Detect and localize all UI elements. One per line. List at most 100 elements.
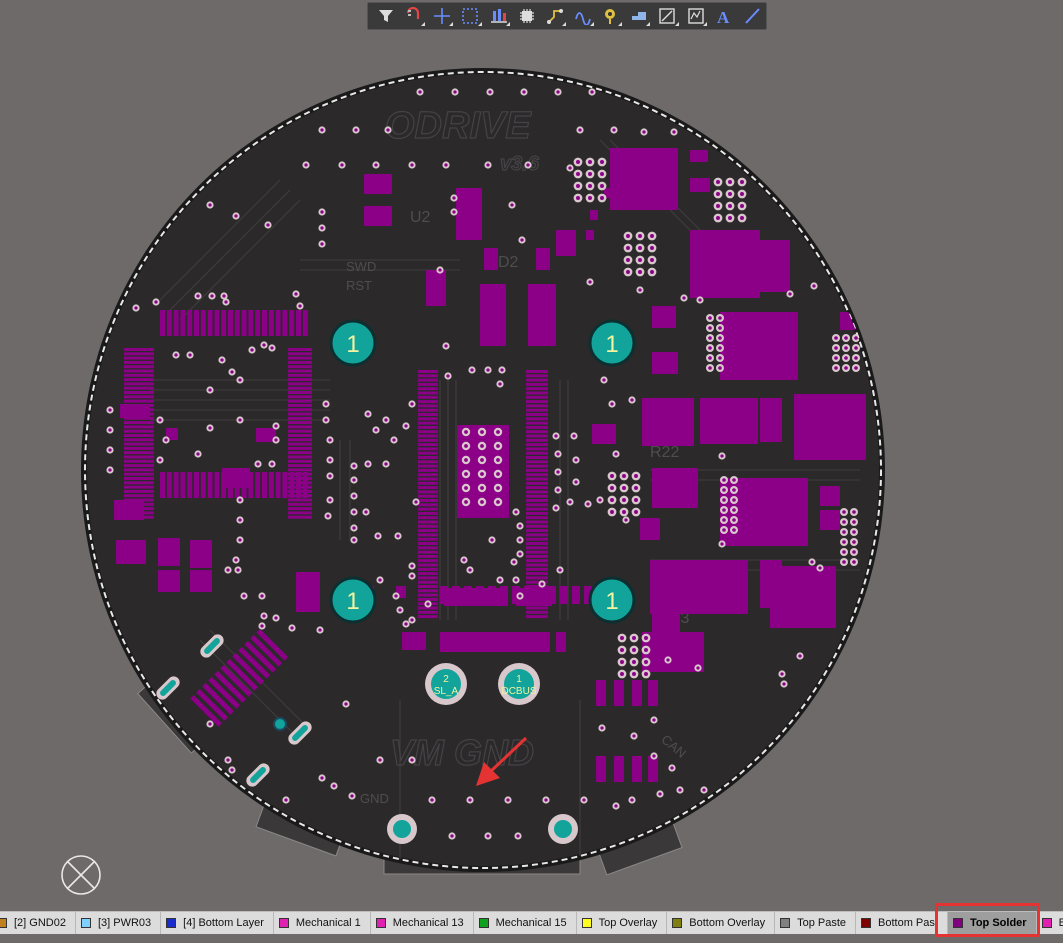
via-hole bbox=[650, 270, 654, 274]
layer-tab-bottom-past[interactable]: Bottom Past bbox=[856, 912, 948, 934]
via-hole bbox=[304, 163, 308, 167]
via-hole bbox=[328, 458, 332, 462]
layer-tab-bottom-overlay[interactable]: Bottom Overlay bbox=[667, 912, 776, 934]
pad bbox=[526, 400, 548, 404]
pad bbox=[255, 310, 261, 336]
pad bbox=[418, 537, 438, 541]
via-hole bbox=[834, 366, 838, 370]
via-hole bbox=[196, 452, 200, 456]
pad bbox=[288, 352, 312, 356]
pad bbox=[418, 438, 438, 442]
via-hole bbox=[500, 368, 504, 372]
pad bbox=[288, 451, 312, 455]
via-hole bbox=[410, 163, 414, 167]
via-hole bbox=[328, 498, 332, 502]
via-hole bbox=[522, 90, 526, 94]
pad bbox=[526, 447, 548, 451]
layer-tab-mechanical-15[interactable]: Mechanical 15 bbox=[474, 912, 577, 934]
pad bbox=[760, 398, 782, 442]
pad bbox=[158, 538, 180, 566]
via-hole bbox=[260, 594, 264, 598]
pad bbox=[526, 460, 548, 464]
via-hole bbox=[444, 344, 448, 348]
layer-tab-top-overlay[interactable]: Top Overlay bbox=[577, 912, 668, 934]
via-hole bbox=[234, 214, 238, 218]
pad bbox=[526, 499, 548, 502]
pad bbox=[426, 270, 446, 306]
layer-tab-mechanical-13[interactable]: Mechanical 13 bbox=[371, 912, 474, 934]
via-hole bbox=[158, 418, 162, 422]
layer-tab-mechanical-1[interactable]: Mechanical 1 bbox=[274, 912, 371, 934]
via-hole bbox=[644, 648, 648, 652]
via-hole bbox=[384, 462, 388, 466]
layer-color-swatch bbox=[0, 918, 7, 928]
pad bbox=[648, 756, 658, 782]
layer-tab-top-paste[interactable]: Top Paste bbox=[775, 912, 857, 934]
layer-tab-2-gnd02[interactable]: [2] GND02 bbox=[0, 912, 76, 934]
via-hole bbox=[284, 798, 288, 802]
svg-text:1: 1 bbox=[605, 331, 618, 358]
layer-tab-label: Mechanical 15 bbox=[495, 917, 567, 929]
via-hole bbox=[810, 560, 814, 564]
via-hole bbox=[720, 454, 724, 458]
svg-text:1: 1 bbox=[516, 674, 522, 685]
via-hole bbox=[250, 348, 254, 352]
svg-text:GND: GND bbox=[360, 791, 389, 806]
mounting-hole: 1 bbox=[329, 576, 377, 624]
pad bbox=[632, 680, 642, 706]
via-hole bbox=[470, 368, 474, 372]
via-hole bbox=[274, 424, 278, 428]
pad bbox=[418, 610, 438, 614]
pad bbox=[418, 486, 438, 490]
via-hole bbox=[324, 402, 328, 406]
layer-tab-label: [2] GND02 bbox=[14, 917, 66, 929]
pad bbox=[820, 486, 840, 506]
pad bbox=[418, 425, 438, 429]
via-hole bbox=[544, 798, 548, 802]
pad bbox=[288, 356, 312, 360]
pad bbox=[418, 430, 438, 434]
via-hole bbox=[732, 488, 736, 492]
via-hole bbox=[698, 298, 702, 302]
pad bbox=[124, 494, 154, 498]
pad bbox=[124, 365, 154, 369]
pad bbox=[418, 460, 438, 464]
pad bbox=[526, 516, 548, 520]
via-hole bbox=[600, 726, 604, 730]
pad bbox=[526, 451, 548, 455]
via-hole bbox=[108, 428, 112, 432]
via-hole bbox=[260, 624, 264, 628]
pad bbox=[418, 580, 438, 584]
via-hole bbox=[468, 568, 472, 572]
mounting-hole: 1 bbox=[588, 319, 636, 367]
pcb-canvas[interactable]: ODRIVE v3.6 VM GND U2 D2 R22 R23 SWD RST… bbox=[0, 0, 1063, 910]
pad bbox=[124, 477, 154, 480]
pad bbox=[160, 472, 165, 498]
via-hole bbox=[498, 578, 502, 582]
pad bbox=[536, 248, 550, 270]
layer-tab-3-pwr03[interactable]: [3] PWR03 bbox=[76, 912, 162, 934]
layer-color-swatch bbox=[952, 918, 963, 928]
pad bbox=[614, 756, 624, 782]
pad bbox=[700, 398, 758, 444]
via-hole bbox=[638, 234, 642, 238]
pad bbox=[652, 352, 678, 374]
via-hole bbox=[270, 346, 274, 350]
pad bbox=[526, 464, 548, 468]
via-hole bbox=[488, 90, 492, 94]
pad bbox=[124, 481, 154, 485]
pad bbox=[124, 416, 154, 420]
via-hole bbox=[234, 558, 238, 562]
via-hole bbox=[398, 608, 402, 612]
pad bbox=[289, 472, 295, 498]
pad bbox=[296, 572, 320, 612]
via-hole bbox=[514, 510, 518, 514]
layer-tab-bo[interactable]: Bo bbox=[1037, 912, 1063, 934]
via-hole bbox=[238, 538, 242, 542]
pad bbox=[173, 472, 179, 498]
pad bbox=[302, 310, 308, 336]
layer-tab-top-solder[interactable]: Top Solder bbox=[947, 912, 1037, 934]
pad bbox=[500, 586, 508, 604]
pad bbox=[288, 507, 312, 511]
layer-tab-4-bottom-layer[interactable]: [4] Bottom Layer bbox=[161, 912, 274, 934]
